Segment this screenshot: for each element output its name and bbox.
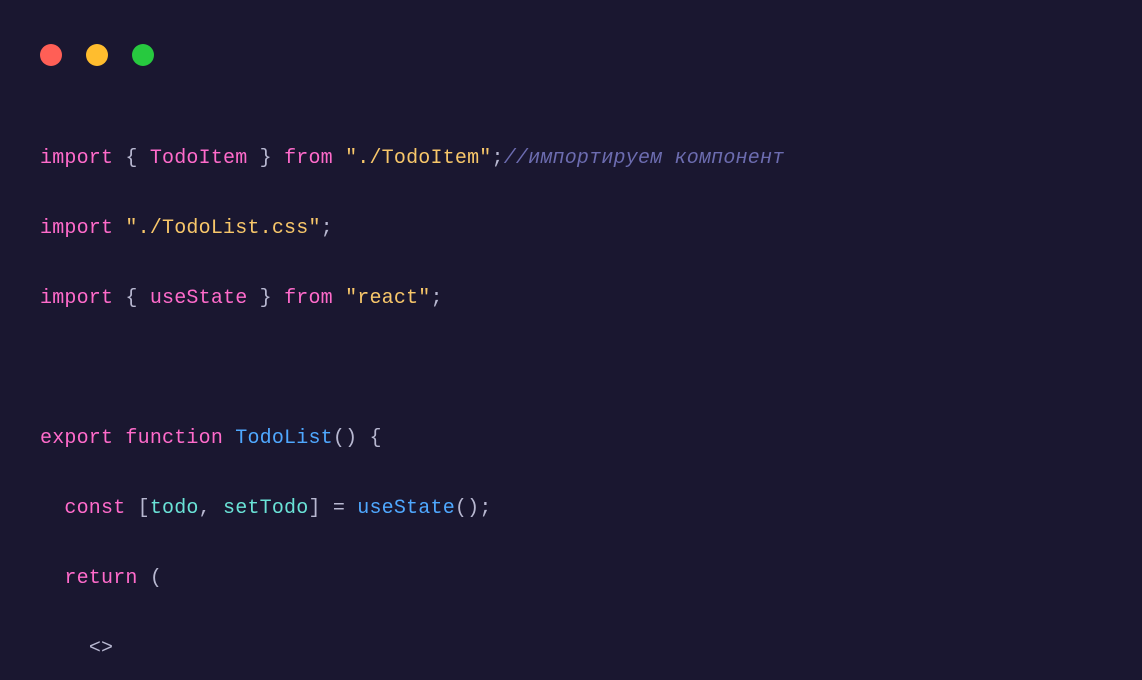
string-todoitem-path: "./TodoItem" — [345, 147, 491, 170]
string-react: "react" — [345, 287, 430, 310]
code-block: import { TodoItem } from "./TodoItem";//… — [40, 106, 1102, 680]
code-line: import { useState } from "react"; — [40, 281, 1102, 316]
code-line: return ( — [40, 561, 1102, 596]
string-css-path: "./TodoList.css" — [125, 217, 320, 240]
minimize-icon[interactable] — [86, 44, 108, 66]
var-setTodo: setTodo — [223, 497, 308, 520]
code-line: export function TodoList() { — [40, 421, 1102, 456]
close-icon[interactable] — [40, 44, 62, 66]
identifier-useState: useState — [150, 287, 248, 310]
keyword-const: const — [64, 497, 125, 520]
maximize-icon[interactable] — [132, 44, 154, 66]
code-line: <> — [40, 631, 1102, 666]
keyword-from: from — [284, 147, 333, 170]
keyword-export: export — [40, 427, 113, 450]
code-line: import "./TodoList.css"; — [40, 211, 1102, 246]
comment-import: //импортируем компонент — [504, 147, 785, 170]
keyword-function: function — [125, 427, 223, 450]
keyword-import: import — [40, 147, 113, 170]
var-todo: todo — [150, 497, 199, 520]
call-useState: useState — [357, 497, 455, 520]
identifier-TodoItem: TodoItem — [150, 147, 248, 170]
keyword-return: return — [64, 567, 137, 590]
traffic-lights — [40, 44, 154, 66]
function-name-TodoList: TodoList — [235, 427, 333, 450]
code-line-blank — [40, 351, 1102, 386]
code-line: const [todo, setTodo] = useState(); — [40, 491, 1102, 526]
code-editor-window: import { TodoItem } from "./TodoItem";//… — [0, 0, 1142, 680]
code-line: import { TodoItem } from "./TodoItem";//… — [40, 141, 1102, 176]
